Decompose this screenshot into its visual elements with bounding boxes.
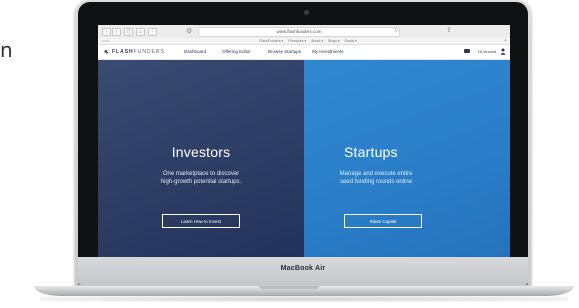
laptop: ‹ › ▯ ⌂ ▫ ⚙ www.flashfunders.com ↻ ⇪ ▭▭ …: [75, 0, 531, 288]
learn-how-to-invest-button[interactable]: Learn How to Invest: [162, 214, 240, 228]
edge-text: n: [0, 38, 13, 62]
user-greeting[interactable]: Hi Vincent: [478, 49, 496, 55]
gear-icon[interactable]: ⚙: [186, 27, 192, 36]
bookmarks-list: FlashFunders ▾ Principles ▾ About ▾ Blog…: [218, 38, 398, 44]
nav-dashboard[interactable]: Dashboard: [184, 49, 206, 55]
bookmark-item[interactable]: Blogs ▾: [328, 39, 339, 43]
camera: [304, 10, 309, 15]
tab-overview-icon[interactable]: ▭▭: [102, 38, 110, 44]
startups-subtitle-line1: Manage and execute entire: [339, 171, 413, 177]
logo[interactable]: FLASHFUNDERS: [104, 48, 165, 56]
url-text: www.flashfunders.com: [276, 29, 322, 34]
startups-subtitle: Manage and execute entire seed funding r…: [314, 170, 438, 186]
bookmarks-bar: ▭▭ FlashFunders ▾ Principles ▾ About ▾ B…: [98, 38, 510, 45]
refresh-icon[interactable]: ↻: [394, 27, 399, 36]
back-icon[interactable]: ‹: [102, 28, 111, 36]
sidebar-icon[interactable]: ▯: [124, 28, 133, 36]
nav-browse-startups[interactable]: Browse Startups: [268, 49, 301, 55]
bookmark-icon[interactable]: ▫: [148, 28, 157, 36]
bookmark-item[interactable]: FlashFunders ▾: [259, 39, 283, 43]
bookmark-item[interactable]: About ▾: [311, 39, 323, 43]
laptop-brand-label: MacBook Air: [280, 265, 326, 272]
forward-icon[interactable]: ›: [112, 28, 121, 36]
share-icon[interactable]: ⇪: [446, 26, 452, 36]
url-bar[interactable]: www.flashfunders.com: [198, 27, 400, 37]
laptop-base-notch: [259, 286, 319, 289]
bookmark-item[interactable]: Principles ▾: [288, 39, 306, 43]
investors-title: Investors: [171, 144, 231, 160]
nav-my-investments[interactable]: My Investments: [312, 49, 344, 55]
laptop-chin: MacBook Air: [78, 257, 528, 285]
user-icon[interactable]: [500, 48, 506, 55]
browser-toolbar: ‹ › ▯ ⌂ ▫ ⚙ www.flashfunders.com ↻ ⇪: [98, 25, 510, 39]
screen: ‹ › ▯ ⌂ ▫ ⚙ www.flashfunders.com ↻ ⇪ ▭▭ …: [98, 25, 510, 264]
investors-subtitle-line2: high-growth potential startups.: [160, 179, 242, 185]
investors-panel: Investors One marketplace to discover hi…: [98, 60, 304, 264]
raise-capital-button[interactable]: Raise Capital: [344, 214, 422, 228]
startups-title: Startups: [344, 144, 398, 160]
logo-text: FLASHFUNDERS: [112, 49, 165, 55]
startups-panel: Startups Manage and execute entire seed …: [304, 60, 510, 264]
logo-icon: [104, 50, 109, 55]
bezel: ‹ › ▯ ⌂ ▫ ⚙ www.flashfunders.com ↻ ⇪ ▭▭ …: [78, 2, 528, 285]
startups-subtitle-line2: seed funding rounds online: [339, 179, 413, 185]
nav-offering-editor[interactable]: Offering Editor: [222, 49, 251, 55]
laptop-shadow: [40, 296, 568, 302]
home-icon[interactable]: ⌂: [136, 28, 145, 36]
investors-subtitle: One marketplace to discover high-growth …: [98, 170, 304, 186]
mail-icon[interactable]: [464, 49, 470, 53]
bookmark-item[interactable]: Social ▾: [345, 39, 357, 43]
site-header: FLASHFUNDERS Dashboard Offering Editor B…: [98, 45, 510, 60]
investors-subtitle-line1: One marketplace to discover: [162, 171, 240, 177]
new-tab-button[interactable]: +: [504, 38, 507, 44]
